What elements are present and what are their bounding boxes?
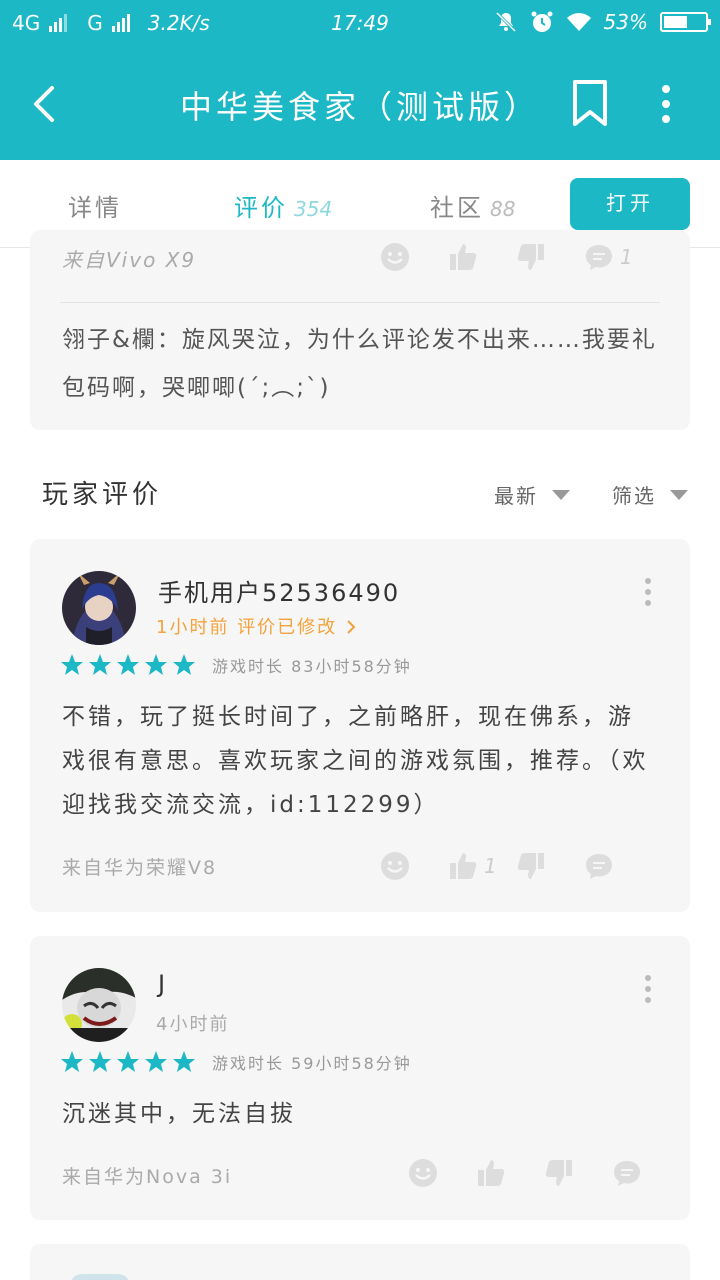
section-title: 玩家评价 (42, 480, 163, 510)
tab-community[interactable]: 社区 88 (430, 188, 515, 223)
smiley-icon (381, 852, 409, 880)
battery-icon (660, 12, 711, 32)
sort-label: 最新 (494, 484, 538, 508)
smiley-icon (409, 1159, 437, 1187)
dislike-button[interactable] (516, 851, 584, 881)
device-label: 来自华为Nova 3i (62, 1166, 233, 1188)
action-row: 1 (380, 242, 652, 272)
tab-label: 评价 (234, 194, 288, 222)
dislike-button[interactable] (516, 242, 584, 272)
comment-icon (586, 245, 612, 270)
comment-icon (586, 854, 612, 879)
review-card: J 4小时前 游戏时长 59小时58分钟 沉迷其中，无法自拔 来自华为Nova … (30, 936, 690, 1220)
star-icon (61, 1051, 83, 1072)
review-text: 沉迷其中，无法自拔 (62, 1101, 296, 1127)
comment-count: 1 (620, 245, 633, 269)
comment-button[interactable] (584, 851, 652, 881)
tab-count: 88 (490, 197, 516, 221)
thumbs-down-icon (517, 244, 544, 270)
star-icon (117, 654, 139, 675)
status-bar: 4G G 3.2K/s 17:49 53% (0, 0, 720, 48)
like-button[interactable] (448, 242, 516, 272)
thumbs-up-icon (450, 244, 477, 270)
tab-count: 354 (294, 197, 333, 221)
star-icon (89, 654, 111, 675)
divider (60, 302, 660, 303)
back-arrow-icon[interactable] (26, 78, 66, 130)
emoji-button[interactable] (408, 1158, 476, 1188)
tab-details[interactable]: 详情 (68, 188, 122, 223)
alarm-icon (531, 11, 553, 32)
like-count: 1 (484, 854, 497, 878)
star-icon (173, 1051, 195, 1072)
review-card: 手机用户52536490 1小时前 评价已修改 游戏时长 83小时58分钟 不错… (30, 539, 690, 912)
thumbs-down-icon (545, 1160, 572, 1186)
device-label: 来自Vivo X9 (62, 248, 197, 272)
review-text: 不错，玩了挺长时间了，之前略肝，现在佛系，游戏很有意思。喜欢玩家之间的游戏氛围，… (62, 704, 649, 818)
star-icon (145, 1051, 167, 1072)
more-options-icon[interactable] (640, 974, 656, 1004)
filter-dropdown[interactable]: 筛选 (612, 480, 688, 509)
username[interactable]: J (158, 970, 167, 998)
dislike-button[interactable] (544, 1158, 612, 1188)
page-title: 中华美食家（测试版） (179, 88, 540, 126)
user-avatar-image (62, 968, 136, 1042)
tab-reviews[interactable]: 评价 354 (234, 188, 332, 223)
battery-percent: 53% (603, 10, 648, 34)
emoji-button[interactable] (380, 851, 448, 881)
caret-down-icon (670, 489, 688, 500)
avatar (70, 1274, 130, 1280)
thumbs-up-icon (478, 1160, 505, 1186)
reply-text: 翎子&欄：旋风哭泣，为什么评论发不出来……我要礼包码啊，哭唧唧(´;︵;`) (62, 327, 657, 401)
filter-label: 筛选 (612, 484, 656, 508)
review-card-previous: 来自Vivo X9 1 翎子&欄：旋风哭泣，为什么评论发不出来……我要礼包码啊，… (30, 230, 690, 430)
review-time: 4小时前 (156, 1014, 230, 1035)
user-avatar-image (62, 571, 136, 645)
username[interactable]: 手机用户52536490 (158, 573, 400, 608)
star-icon (173, 654, 195, 675)
sort-dropdown[interactable]: 最新 (494, 480, 570, 509)
review-card-next (30, 1244, 690, 1280)
mute-bell-icon (495, 11, 516, 33)
review-time-edited[interactable]: 1小时前 评价已修改 (156, 613, 357, 639)
chevron-right-icon (347, 620, 356, 634)
comment-button[interactable]: 1 (584, 242, 652, 272)
smiley-icon (381, 243, 409, 271)
more-menu-icon[interactable] (650, 84, 682, 124)
action-row (408, 1158, 680, 1188)
star-icon (89, 1051, 111, 1072)
device-label: 来自华为荣耀V8 (62, 857, 218, 879)
star-icon (61, 654, 83, 675)
caret-down-icon (552, 489, 570, 500)
comment-button[interactable] (612, 1158, 680, 1188)
tab-label: 社区 (430, 194, 484, 222)
comment-icon (614, 1161, 640, 1186)
like-button[interactable] (476, 1158, 544, 1188)
open-button[interactable]: 打开 (570, 178, 690, 230)
action-row: 1 (380, 851, 652, 881)
wifi-icon (566, 13, 591, 31)
emoji-button[interactable] (380, 242, 448, 272)
like-button[interactable]: 1 (448, 851, 516, 881)
app-bar: 中华美食家（测试版） (0, 48, 720, 160)
bookmark-icon[interactable] (570, 78, 610, 128)
play-time: 游戏时长 83小时58分钟 (212, 657, 412, 676)
star-rating (60, 653, 196, 677)
avatar[interactable] (62, 968, 136, 1042)
thumbs-down-icon (517, 853, 544, 879)
star-icon (145, 654, 167, 675)
more-options-icon[interactable] (640, 577, 656, 607)
star-rating (60, 1050, 196, 1074)
avatar[interactable] (62, 571, 136, 645)
star-icon (117, 1051, 139, 1072)
thumbs-up-icon (450, 853, 477, 879)
tab-label: 详情 (68, 194, 122, 222)
play-time: 游戏时长 59小时58分钟 (212, 1054, 412, 1073)
time-label: 1小时前 评价已修改 (156, 617, 338, 638)
